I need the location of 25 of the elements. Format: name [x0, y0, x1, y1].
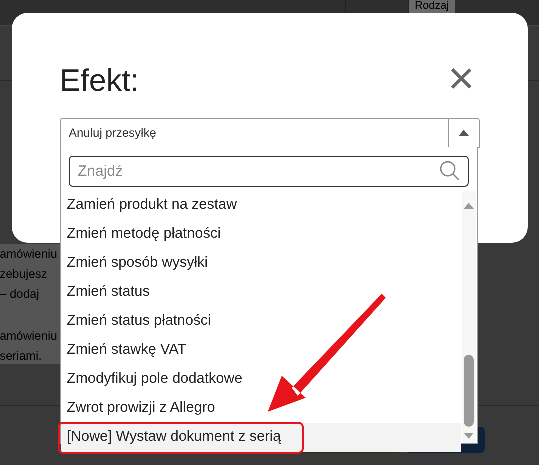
dropdown-option[interactable]: Zmodyfikuj pole dodatkowe — [61, 365, 461, 394]
background-text: seriami. — [0, 348, 44, 365]
background-text: amówieniu — [0, 246, 58, 263]
search-field[interactable]: Znajdź — [69, 156, 469, 187]
dropdown-option[interactable]: Zmień stawkę VAT — [61, 336, 461, 365]
scrollbar-thumb[interactable] — [464, 355, 474, 427]
background-text: zebujesz — [0, 266, 48, 283]
dropdown-option[interactable]: Zwrot prowizji z Allegro — [61, 394, 461, 423]
scrollbar[interactable] — [462, 191, 476, 443]
close-button[interactable]: × — [448, 55, 475, 101]
dropdown-option[interactable]: Zmień sposób wysyłki — [61, 249, 461, 278]
scroll-down-icon[interactable] — [464, 433, 474, 439]
dropdown-option[interactable]: Zmień status — [61, 278, 461, 307]
effect-select[interactable]: Anuluj przesyłkę — [60, 118, 480, 148]
caret-up-icon — [459, 130, 469, 136]
dropdown-option[interactable]: Zmień metodę płatności — [61, 220, 461, 249]
background-text: – dodaj — [0, 286, 40, 303]
dialog-title: Efekt: — [60, 63, 140, 99]
search-icon — [439, 160, 461, 182]
column-header: Rodzaj — [409, 0, 456, 13]
scroll-up-icon[interactable] — [464, 203, 474, 209]
dropdown-option[interactable]: [Nowe] Wystaw dokument z serią — [61, 423, 461, 452]
background-text: amówieniu — [0, 328, 58, 345]
dropdown-option[interactable]: Zamień produkt na zestaw — [61, 191, 461, 220]
dropdown-option[interactable]: Zmień status płatności — [61, 307, 461, 336]
